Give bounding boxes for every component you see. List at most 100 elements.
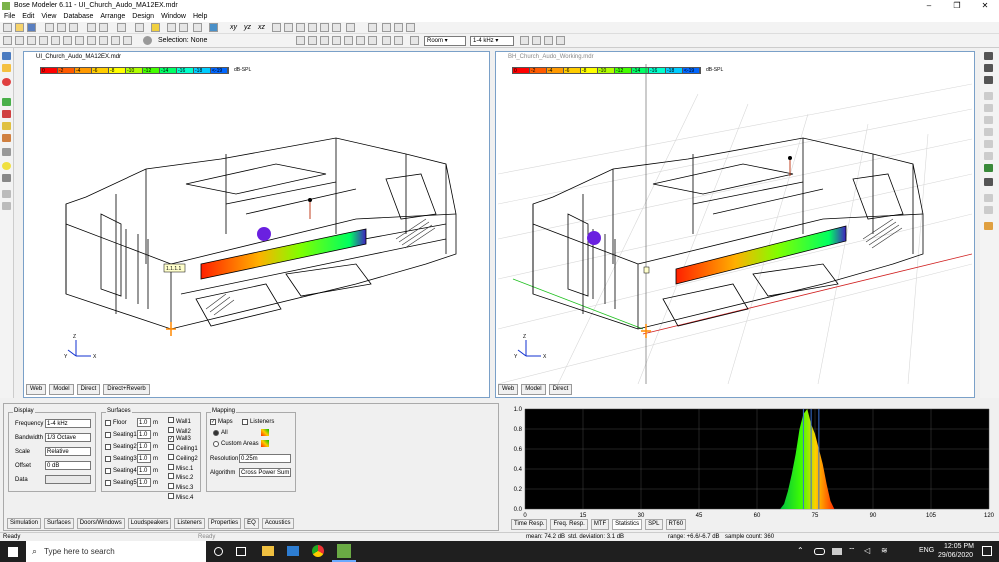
right-listener-marker[interactable] (788, 156, 792, 160)
cut-icon[interactable] (45, 23, 54, 32)
list-tool-icon[interactable] (2, 148, 11, 156)
chrome-icon[interactable] (312, 545, 324, 557)
algorithm-select[interactable]: Cross Power Sum (239, 468, 291, 477)
note-tool-icon[interactable] (2, 122, 11, 130)
node-icon[interactable] (63, 36, 72, 45)
padlock-icon[interactable] (410, 36, 419, 45)
tab-web[interactable]: Web (26, 384, 47, 395)
plane-icon[interactable] (111, 36, 120, 45)
menu-file[interactable]: File (4, 12, 15, 22)
zoom-icon[interactable] (135, 23, 144, 32)
menu-arrange[interactable]: Arrange (100, 12, 125, 22)
tab-listeners[interactable]: Listeners (174, 518, 205, 529)
offset-select[interactable]: 0 dB (45, 461, 91, 470)
rotate-left-icon[interactable] (368, 36, 377, 45)
camera-icon[interactable] (308, 23, 317, 32)
right-3d-view[interactable]: 0 -2 -4 -6 -8 -10 -12 -14 -16 -18 <-19 d… (498, 64, 972, 384)
pan-tool-icon[interactable] (984, 76, 993, 84)
box-tool-icon[interactable] (984, 92, 993, 100)
grid-icon[interactable] (179, 23, 188, 32)
settings-icon[interactable] (346, 23, 355, 32)
table-icon[interactable] (167, 23, 176, 32)
scale-select[interactable]: Relative (45, 447, 91, 456)
ceiling2-checkbox[interactable] (168, 453, 174, 460)
seating2-height-input[interactable]: 1.0 (137, 442, 151, 451)
snap-icon[interactable] (51, 36, 60, 45)
paint-tool-icon[interactable] (2, 110, 11, 118)
seating5-checkbox[interactable] (105, 479, 111, 486)
lock-icon[interactable] (75, 36, 84, 45)
seating3-height-input[interactable]: 1.0 (137, 454, 151, 463)
bulb-tool-icon[interactable] (2, 162, 11, 170)
clock-time[interactable]: 12:05 PM (944, 543, 974, 550)
print-icon[interactable] (117, 23, 126, 32)
group-tool-icon[interactable] (984, 206, 993, 214)
surface-icon[interactable] (87, 36, 96, 45)
file-explorer-icon[interactable] (262, 546, 274, 556)
maps-checkbox[interactable]: ✓ (210, 419, 216, 425)
spl-map-icon[interactable] (520, 36, 529, 45)
left-3d-view[interactable]: 0 -2 -4 -6 -8 -10 -12 -14 -16 -18 <-19 d… (26, 64, 487, 384)
move-axis-icon[interactable] (394, 36, 403, 45)
arrow-icon[interactable] (308, 36, 317, 45)
battery-icon[interactable] (832, 548, 842, 555)
orbit-icon[interactable] (284, 23, 293, 32)
seating1-height-input[interactable]: 1.0 (137, 430, 151, 439)
seating1-checkbox[interactable] (105, 431, 111, 438)
wall3-checkbox[interactable]: ✓ (168, 436, 174, 443)
left-model-window[interactable]: UI_Church_Audo_MA12EX.mdr 0 -2 -4 -6 -8 … (23, 51, 490, 398)
frequency-select[interactable]: 1-4 kHz (45, 419, 91, 428)
menu-view[interactable]: View (41, 12, 56, 22)
close-button[interactable]: ✕ (971, 0, 999, 12)
menu-edit[interactable]: Edit (22, 12, 34, 22)
circle-icon[interactable] (143, 36, 152, 45)
layers-tool-icon[interactable] (984, 140, 993, 148)
floor-checkbox[interactable] (105, 419, 111, 426)
floor-height-input[interactable]: 1.0 (137, 418, 151, 427)
add-tool-icon[interactable] (2, 98, 11, 106)
frame-tool-icon[interactable] (984, 104, 993, 112)
menu-database[interactable]: Database (63, 12, 93, 22)
cortana-icon[interactable] (214, 547, 223, 556)
render-icon[interactable] (332, 23, 341, 32)
tab-properties[interactable]: Properties (207, 518, 242, 529)
select-tool-icon[interactable] (2, 52, 11, 60)
left-listener-marker[interactable] (308, 198, 312, 202)
misc4-checkbox[interactable] (168, 492, 174, 499)
tab-freq-resp[interactable]: Freq. Resp. (550, 519, 588, 530)
minimize-button[interactable]: – (915, 0, 943, 12)
zoom-out-icon[interactable] (394, 23, 403, 32)
flip-icon[interactable] (320, 36, 329, 45)
zone-tool-icon[interactable] (984, 194, 993, 202)
view-box-icon[interactable] (209, 23, 218, 32)
right-model-window[interactable]: BH_Church_Audo_Working.mdr 0 -2 -4 -6 -8… (495, 51, 975, 398)
notification-icon[interactable] (982, 546, 992, 556)
tab-direct-reverb[interactable]: Direct+Reverb (103, 384, 150, 395)
menu-window[interactable]: Window (161, 12, 186, 22)
speaker-tool-icon[interactable] (2, 64, 11, 72)
pan-hand-icon[interactable] (368, 23, 377, 32)
seating4-checkbox[interactable] (105, 467, 111, 474)
balloon-icon[interactable] (544, 36, 553, 45)
room-select[interactable]: Room ▾ (424, 36, 466, 46)
paste-icon[interactable] (69, 23, 78, 32)
misc3-checkbox[interactable] (168, 482, 174, 489)
tab-simulation[interactable]: Simulation (7, 518, 42, 529)
tab-web[interactable]: Web (498, 384, 519, 395)
tab-rt60[interactable]: RT60 (665, 519, 687, 530)
wifi-icon[interactable]: ≋ (881, 546, 888, 555)
tab-mtf[interactable]: MTF (590, 519, 610, 530)
undo-icon[interactable] (87, 23, 96, 32)
cube-icon[interactable] (99, 36, 108, 45)
new-file-icon[interactable] (3, 23, 12, 32)
seating3-checkbox[interactable] (105, 455, 111, 462)
onedrive-icon[interactable] (814, 548, 825, 555)
tab-loudspeakers[interactable]: Loudspeakers (127, 518, 172, 529)
tab-direct[interactable]: Direct (76, 384, 101, 395)
tab-acoustics[interactable]: Acoustics (261, 518, 294, 529)
maximize-button[interactable]: ❐ (943, 0, 971, 12)
tab-spl[interactable]: SPL (645, 519, 663, 530)
bandwidth-select[interactable]: 1/3 Octave (45, 433, 91, 442)
walk-icon[interactable] (296, 23, 305, 32)
aim-tool-icon[interactable] (984, 178, 993, 186)
